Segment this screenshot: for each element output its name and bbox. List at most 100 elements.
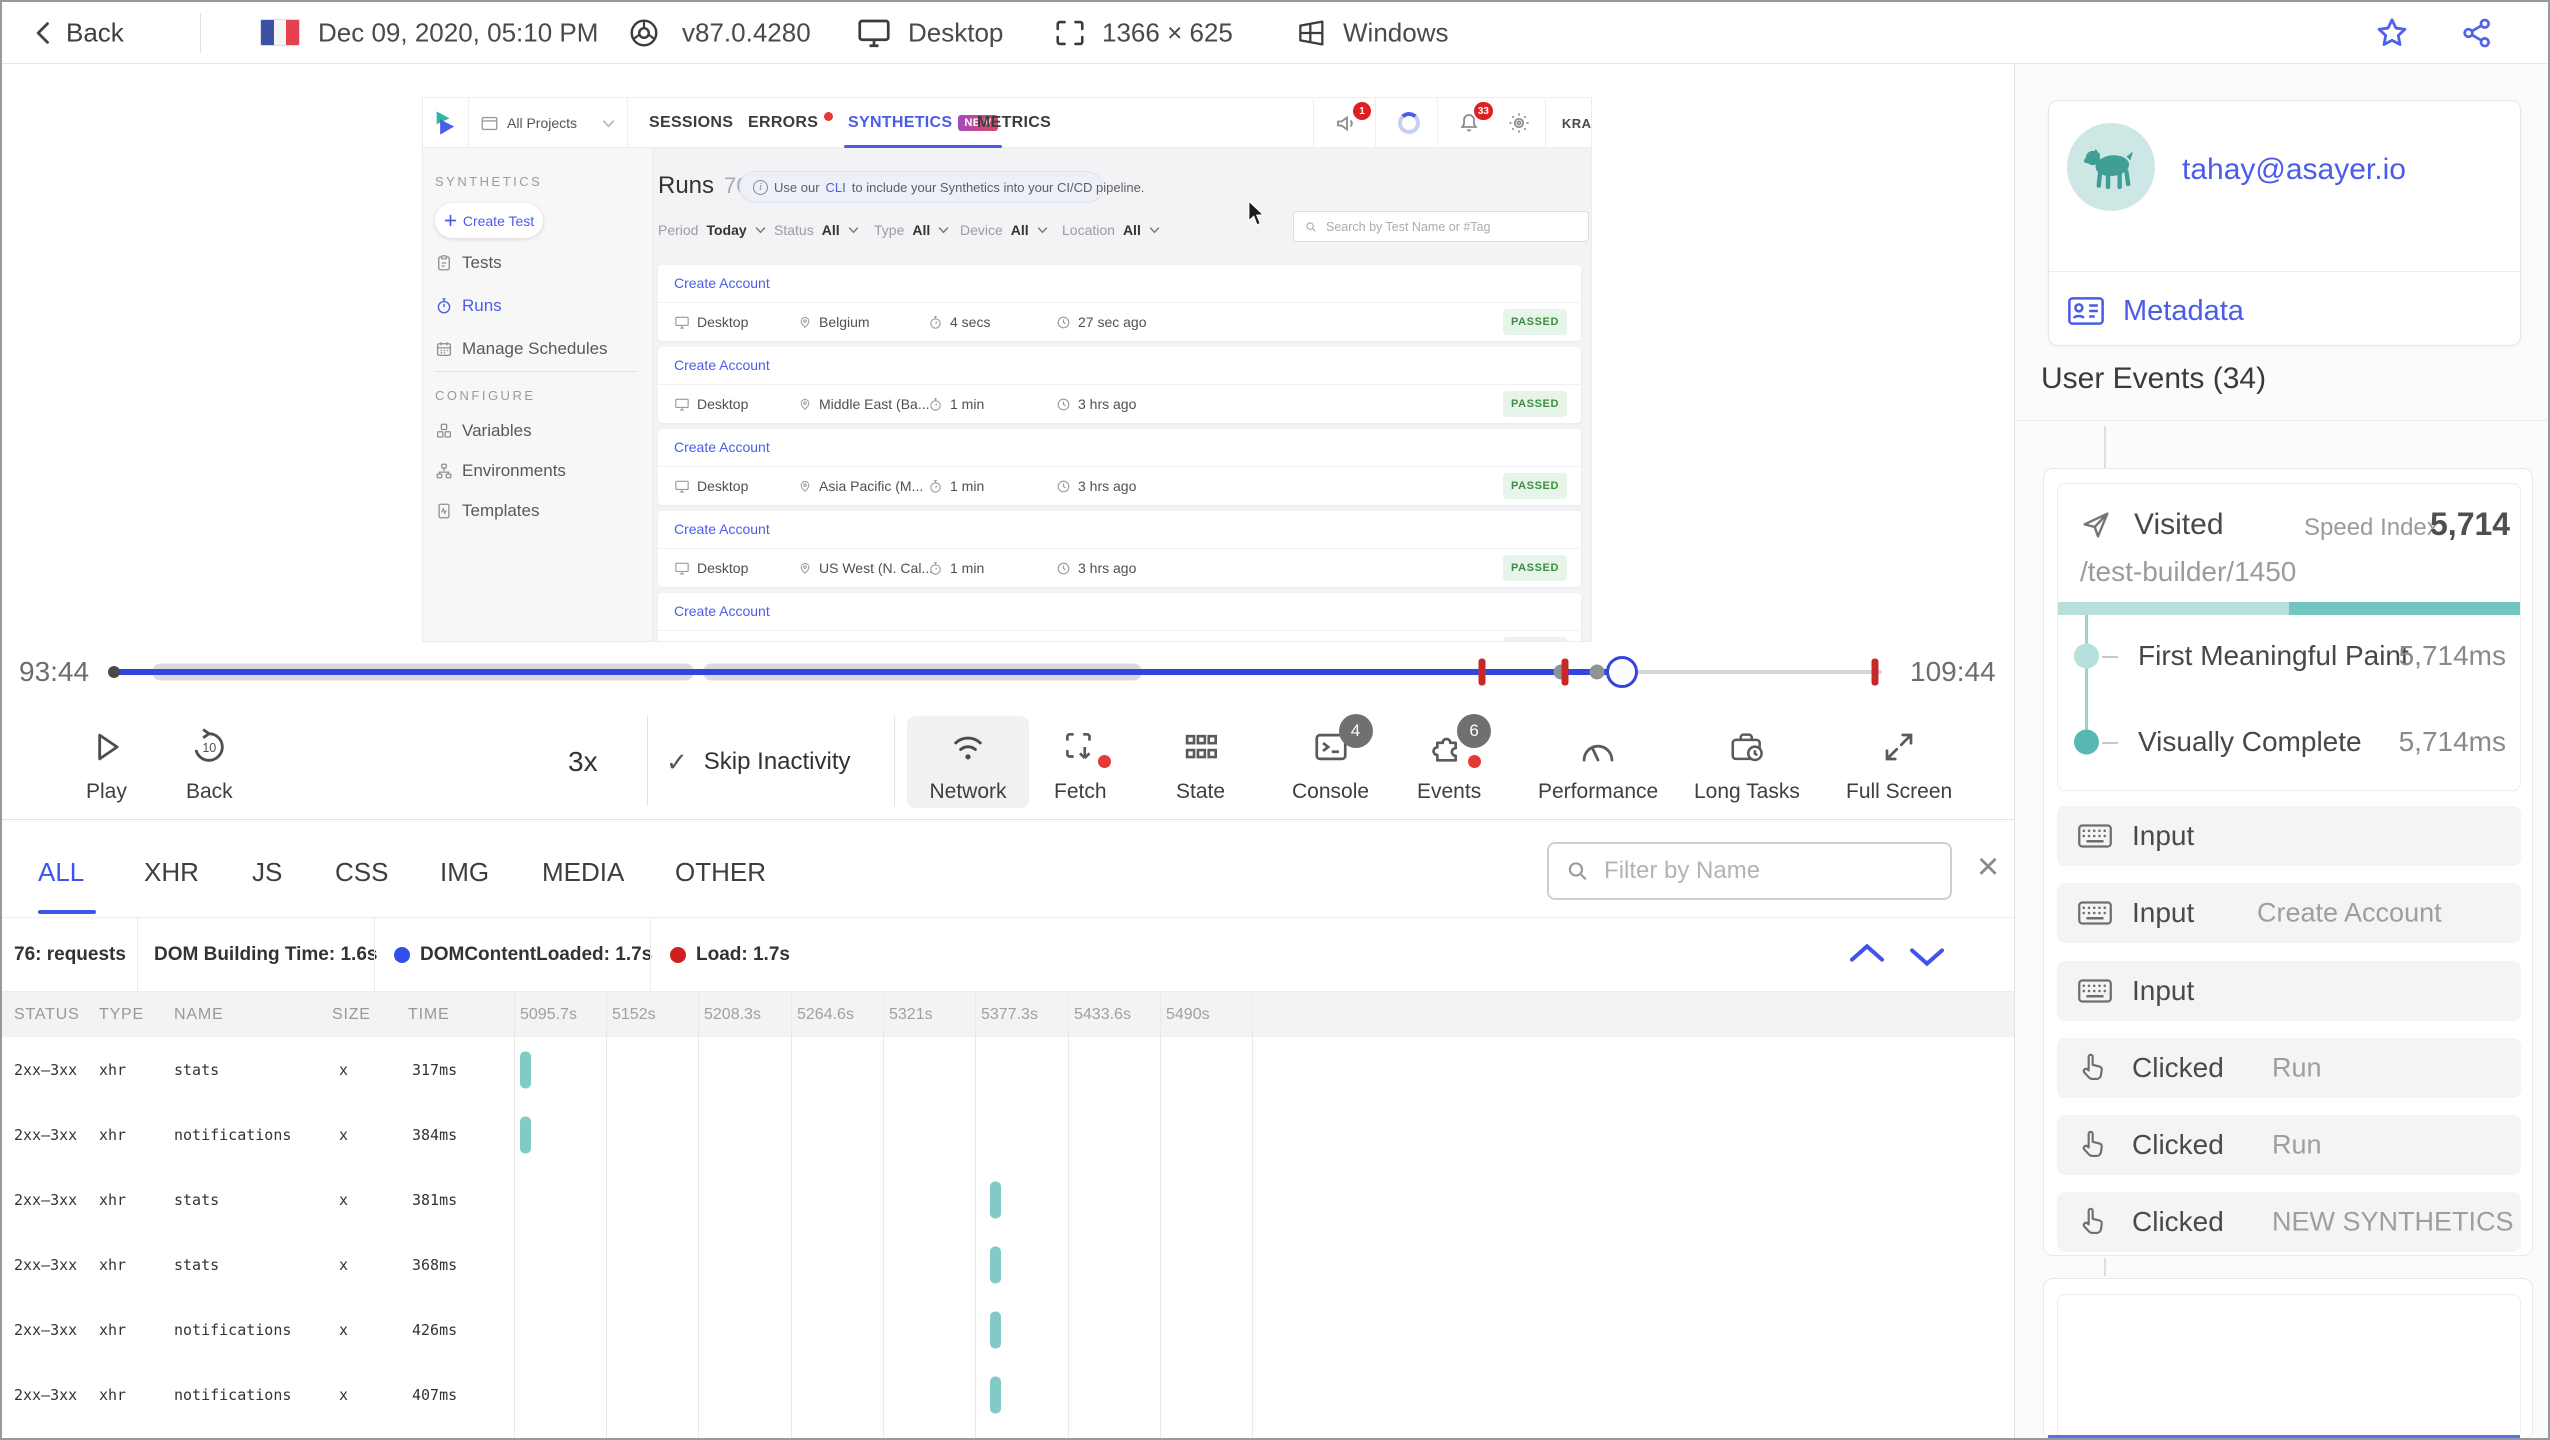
play-button[interactable]: Play <box>74 716 139 808</box>
panel-toggle-network[interactable]: Network <box>907 716 1029 808</box>
run-title-link[interactable]: Create Account <box>674 439 770 455</box>
request-row[interactable]: 2xx–3xx xhr stats x 317ms <box>2 1037 2014 1102</box>
fullscreen-icon <box>1885 733 1913 761</box>
skip-inactivity-toggle[interactable]: ✓ Skip Inactivity <box>666 716 851 808</box>
settings-button[interactable] <box>1497 98 1541 148</box>
favorite-star-icon[interactable] <box>2374 15 2410 51</box>
viewport-resolution: 1366 × 625 <box>1102 17 1233 47</box>
event-item-click[interactable]: Clicked Run <box>2057 1038 2521 1098</box>
sidebar-item-variables[interactable]: Variables <box>435 421 532 441</box>
app-tab-errors[interactable]: ERRORS <box>748 98 834 148</box>
play-icon <box>98 733 119 761</box>
run-card[interactable]: Create Account Desktop US West (N. Cal..… <box>658 511 1581 587</box>
filter-period[interactable]: Period Today <box>658 216 766 244</box>
sidebar-item-tests[interactable]: Tests <box>435 253 502 273</box>
network-tab-all[interactable]: ALL <box>38 850 84 894</box>
event-item-input[interactable]: Input Create Account <box>2057 883 2521 943</box>
timeline-track[interactable] <box>108 642 1882 702</box>
run-card[interactable]: Create Account Desktop Belgium 4 secs 27… <box>658 265 1581 341</box>
metadata-button[interactable]: Metadata <box>2067 289 2244 333</box>
device-icon <box>675 480 689 493</box>
keyboard-icon <box>2078 824 2112 848</box>
event-item-click[interactable]: Clicked NEW SYNTHETICS <box>2057 1192 2521 1252</box>
back-button[interactable]: Back <box>66 17 124 48</box>
request-row[interactable]: 2xx–3xx xhr notifications x 426ms <box>2 1297 2014 1362</box>
network-tab-media[interactable]: MEDIA <box>542 850 624 894</box>
run-title-link[interactable]: Create Account <box>674 275 770 291</box>
project-window-icon <box>481 116 498 130</box>
project-selector[interactable]: All Projects <box>468 98 628 148</box>
visited-card[interactable]: Visited Speed Index 5,714 /test-builder/… <box>2057 483 2521 791</box>
playback-speed-button[interactable]: 3x <box>568 716 598 808</box>
console-count-badge: 4 <box>1338 714 1373 748</box>
event-item-input[interactable]: Input <box>2057 806 2521 866</box>
chevron-down-icon <box>1910 948 1944 967</box>
network-tab-js[interactable]: JS <box>252 850 282 894</box>
sidebar-item-environments[interactable]: Environments <box>435 461 566 481</box>
request-row[interactable]: 2xx–3xx xhr stats x 368ms <box>2 1232 2014 1297</box>
network-tab-xhr[interactable]: XHR <box>144 850 199 894</box>
time-col: 5377.3s <box>981 1005 1038 1023</box>
issue-marker[interactable] <box>1871 658 1879 686</box>
issue-marker[interactable] <box>1561 658 1569 686</box>
panel-toggle-events[interactable]: 6 Events <box>1405 714 1493 808</box>
run-title-link[interactable]: Create Account <box>674 521 770 537</box>
jump-prev-button[interactable] <box>1847 940 1887 966</box>
issue-marker[interactable] <box>1478 658 1486 686</box>
request-row[interactable]: 2xx–3xx xhr notifications x 407ms <box>2 1362 2014 1427</box>
sidebar-item-templates[interactable]: Templates <box>435 501 539 521</box>
panel-toggle-state[interactable]: State <box>1164 716 1237 808</box>
sidebar-item-manage-schedules[interactable]: Manage Schedules <box>435 339 608 359</box>
timeline-scrubber[interactable] <box>1605 656 1638 688</box>
panel-toggle-console[interactable]: 4 Console <box>1280 714 1381 808</box>
app-tab-synthetics[interactable]: SYNTHETICS NEW <box>844 98 1002 148</box>
network-tab-img[interactable]: IMG <box>440 850 489 894</box>
panel-toggle-performance[interactable]: Performance <box>1526 716 1670 808</box>
filter-location[interactable]: Location All <box>1062 216 1160 244</box>
notifications-button[interactable]: 33 <box>1441 98 1497 148</box>
request-row[interactable]: 2xx–3xx xhr notifications x 384ms <box>2 1102 2014 1167</box>
event-item-input[interactable]: Input <box>2057 961 2521 1021</box>
next-visited-card[interactable] <box>2057 1294 2521 1438</box>
share-icon[interactable] <box>2460 16 2494 50</box>
run-card[interactable]: Create Account Desktop Asia Pacific (M..… <box>658 429 1581 505</box>
back-chevron-icon[interactable] <box>30 19 58 47</box>
request-row[interactable]: 2xx–3xx xhr stats x 381ms <box>2 1167 2014 1232</box>
network-tab-other[interactable]: OTHER <box>675 850 766 894</box>
filter-input[interactable] <box>1604 857 1934 885</box>
event-item-click[interactable]: Clicked Run <box>2057 1115 2521 1175</box>
announcements-button[interactable]: 1 <box>1319 98 1375 148</box>
run-card[interactable]: Create Account Desktop PASSED <box>658 593 1581 641</box>
fullscreen-button[interactable]: Full Screen <box>1834 716 1964 808</box>
app-tab-metrics[interactable]: METRICS <box>977 98 1051 148</box>
filter-device[interactable]: Device All <box>960 216 1048 244</box>
divider <box>2015 420 2548 421</box>
jump-next-button[interactable] <box>1907 944 1947 970</box>
metric-dash <box>2102 742 2118 744</box>
close-panel-icon[interactable]: × <box>1977 848 1999 886</box>
test-search-input[interactable]: Search by Test Name or #Tag <box>1293 211 1589 242</box>
filter-type[interactable]: Type All <box>874 216 949 244</box>
device-icon <box>675 316 689 329</box>
network-tab-css[interactable]: CSS <box>335 850 388 894</box>
create-test-button[interactable]: Create Test <box>435 203 543 238</box>
dcl-dot <box>394 946 410 963</box>
app-tab-sessions[interactable]: SESSIONS <box>649 98 733 148</box>
user-email[interactable]: tahay@asayer.io <box>2182 153 2406 187</box>
panel-toggle-long-tasks[interactable]: Long Tasks <box>1682 716 1812 808</box>
cli-link[interactable]: CLI <box>826 180 846 195</box>
filter-by-name-input[interactable] <box>1547 842 1952 900</box>
hyena-avatar <box>2083 148 2133 189</box>
search-icon <box>1306 221 1316 232</box>
back-10s-button[interactable]: 10 Back <box>174 716 245 808</box>
panel-toggle-fetch[interactable]: Fetch <box>1042 716 1119 808</box>
event-dot[interactable] <box>1589 664 1605 680</box>
filter-status[interactable]: Status All <box>774 216 859 244</box>
current-time: 93:44 <box>19 656 90 687</box>
run-title-link[interactable]: Create Account <box>674 357 770 373</box>
run-title-link[interactable]: Create Account <box>674 603 770 619</box>
time-col: 5490s <box>1166 1005 1210 1023</box>
run-card[interactable]: Create Account Desktop Middle East (Ba..… <box>658 347 1581 423</box>
sidebar-item-runs[interactable]: Runs <box>435 296 502 316</box>
user-menu[interactable]: KRAIEM <box>1551 98 1591 148</box>
